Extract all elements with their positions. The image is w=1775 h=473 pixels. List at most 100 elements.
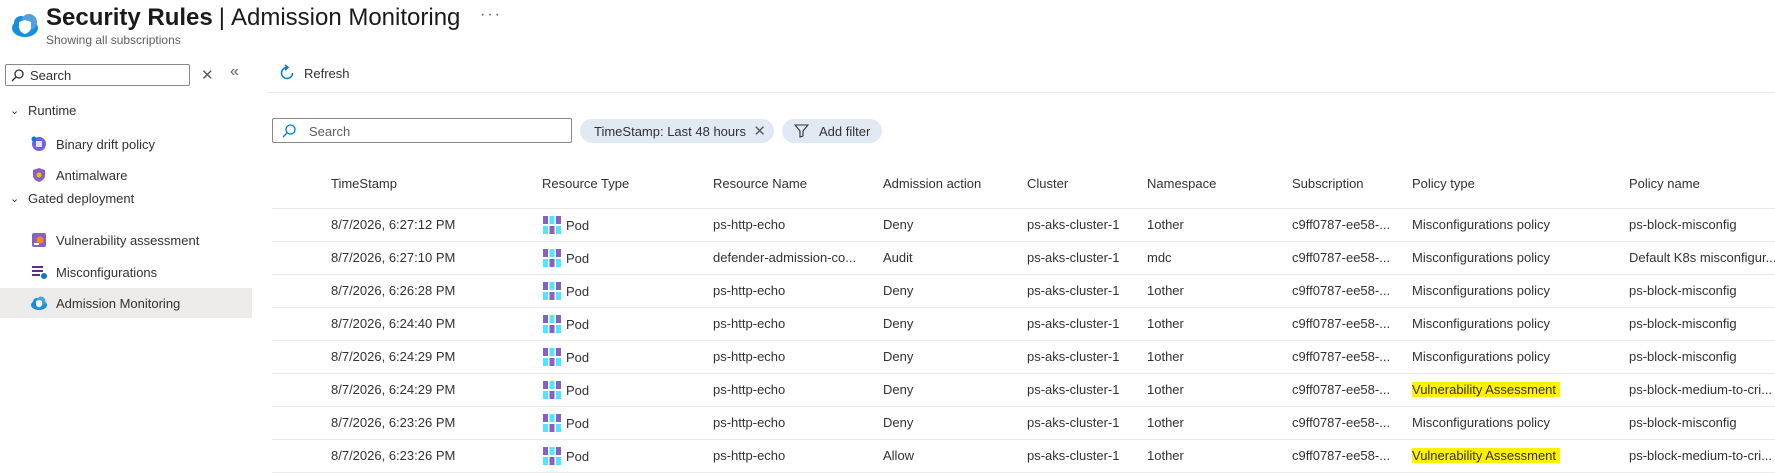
cell-policy-type: Vulnerability Assessment (1412, 382, 1617, 397)
cell-cluster: ps-aks-cluster-1 (1027, 283, 1120, 298)
cell-namespace: 1other (1147, 217, 1184, 232)
sidebar-group-runtime[interactable]: ⌄ Runtime (10, 103, 76, 118)
add-filter-button[interactable]: Add filter (782, 119, 882, 143)
cell-subscription: c9ff0787-ee58-... (1292, 382, 1391, 397)
sidebar-group-gated-deployment[interactable]: ⌄ Gated deployment (10, 191, 134, 206)
pod-icon (543, 249, 561, 267)
cell-namespace: 1other (1147, 415, 1184, 430)
column-header-namespace[interactable]: Namespace (1147, 176, 1216, 191)
cell-subscription: c9ff0787-ee58-... (1292, 250, 1391, 265)
sidebar-item-antimalware[interactable]: Antimalware (0, 160, 252, 190)
cell-resource-type: Pod (542, 380, 702, 400)
page-title-main: Security Rules (46, 4, 213, 31)
cell-cluster: ps-aks-cluster-1 (1027, 382, 1120, 397)
table-search-input[interactable]: Search (272, 118, 572, 143)
sidebar-item-label: Admission Monitoring (56, 295, 181, 311)
sidebar-clear-button[interactable]: ✕ (201, 66, 214, 84)
cell-admission-action: Deny (883, 382, 914, 397)
cell-namespace: mdc (1147, 250, 1172, 265)
title-separator: | (218, 4, 225, 31)
admission-icon (31, 296, 47, 310)
pod-icon (543, 216, 561, 234)
cell-resource-type: Pod (542, 281, 702, 301)
resource-type-label: Pod (566, 316, 590, 332)
cell-admission-action: Deny (883, 415, 914, 430)
refresh-button[interactable]: Refresh (278, 64, 350, 82)
pod-icon (543, 348, 561, 366)
resource-type-label: Pod (566, 283, 590, 299)
column-header-admission-action[interactable]: Admission action (883, 176, 981, 191)
misconfig-icon (32, 266, 47, 279)
chevron-down-icon: ⌄ (10, 193, 20, 205)
resource-type-label: Pod (566, 349, 590, 365)
cell-resource-name: ps-http-echo (713, 217, 786, 232)
column-header-resource-type[interactable]: Resource Type (542, 176, 629, 191)
cell-admission-action: Deny (883, 283, 914, 298)
resource-type-label: Pod (566, 415, 590, 431)
cell-policy-name: ps-block-misconfig (1629, 349, 1737, 364)
cell-namespace: 1other (1147, 316, 1184, 331)
cell-subscription: c9ff0787-ee58-... (1292, 448, 1391, 463)
cell-admission-action: Allow (883, 448, 915, 463)
search-icon (282, 124, 296, 138)
cell-timestamp: 8/7/2026, 6:24:29 PM (331, 382, 456, 397)
cell-resource-name: ps-http-echo (713, 448, 786, 463)
column-header-cluster[interactable]: Cluster (1027, 176, 1068, 191)
pod-icon (543, 282, 561, 300)
sidebar-item-vulnerability-assessment[interactable]: Vulnerability assessment (0, 225, 252, 255)
cell-timestamp: 8/7/2026, 6:27:10 PM (331, 250, 456, 265)
cell-resource-name: ps-http-echo (713, 283, 786, 298)
cell-timestamp: 8/7/2026, 6:23:26 PM (331, 448, 456, 463)
cell-cluster: ps-aks-cluster-1 (1027, 316, 1120, 331)
resource-type-label: Pod (566, 217, 590, 233)
refresh-icon (280, 64, 294, 80)
column-header-policy-name[interactable]: Policy name (1629, 176, 1700, 191)
cell-policy-name: ps-block-medium-to-cri... (1629, 448, 1773, 463)
cell-namespace: 1other (1147, 349, 1184, 364)
column-header-subscription[interactable]: Subscription (1292, 176, 1364, 191)
cell-cluster: ps-aks-cluster-1 (1027, 349, 1120, 364)
column-header-policy-type[interactable]: Policy type (1412, 176, 1475, 191)
sidebar-collapse-button[interactable]: « (230, 63, 239, 81)
cell-resource-type: Pod (542, 413, 702, 433)
antimalware-icon (33, 168, 45, 182)
cell-namespace: 1other (1147, 448, 1184, 463)
cell-subscription: c9ff0787-ee58-... (1292, 217, 1391, 232)
cell-policy-type: Misconfigurations policy (1412, 349, 1551, 364)
sidebar-item-admission-monitoring[interactable]: Admission Monitoring (0, 288, 252, 318)
close-icon[interactable]: ✕ (753, 122, 766, 140)
timestamp-filter-pill[interactable]: TimeStamp: Last 48 hours ✕ (580, 119, 774, 143)
sidebar-item-misconfigurations[interactable]: Misconfigurations (0, 257, 252, 287)
sidebar-search-placeholder: Search (30, 68, 72, 83)
cell-admission-action: Audit (883, 250, 913, 265)
cell-subscription: c9ff0787-ee58-... (1292, 316, 1391, 331)
cell-policy-type: Vulnerability Assessment (1412, 448, 1617, 463)
cell-namespace: 1other (1147, 382, 1184, 397)
cell-timestamp: 8/7/2026, 6:27:12 PM (331, 217, 456, 232)
more-options-button[interactable]: ··· (480, 6, 502, 24)
cell-policy-name: ps-block-misconfig (1629, 316, 1737, 331)
highlighted-policy-type: Vulnerability Assessment (1412, 448, 1561, 463)
chevron-down-icon: ⌄ (10, 105, 20, 117)
column-header-resource-name[interactable]: Resource Name (713, 176, 807, 191)
highlighted-policy-type: Vulnerability Assessment (1412, 382, 1561, 397)
resource-type-label: Pod (566, 448, 590, 464)
sidebar-item-label: Antimalware (56, 167, 128, 183)
sidebar-search-input[interactable]: Search (5, 64, 190, 86)
search-icon (11, 69, 24, 82)
cell-policy-type: Misconfigurations policy (1412, 283, 1551, 298)
column-header-timestamp[interactable]: TimeStamp (331, 176, 397, 191)
sidebar-item-binary-drift-policy[interactable]: Binary drift policy (0, 129, 252, 159)
cell-resource-name: ps-http-echo (713, 382, 786, 397)
cell-resource-type: Pod (542, 446, 702, 466)
cell-resource-name: ps-http-echo (713, 316, 786, 331)
cell-admission-action: Deny (883, 316, 914, 331)
sidebar-group-label: Runtime (28, 103, 77, 118)
cell-policy-name: ps-block-medium-to-cri... (1629, 382, 1773, 397)
page-title: Security Rules | Admission Monitoring (46, 2, 460, 34)
cell-policy-name: ps-block-misconfig (1629, 217, 1737, 232)
cell-resource-name: ps-http-echo (713, 415, 786, 430)
filter-icon (794, 124, 809, 138)
cell-subscription: c9ff0787-ee58-... (1292, 283, 1391, 298)
page-title-sub: Admission Monitoring (230, 4, 461, 31)
